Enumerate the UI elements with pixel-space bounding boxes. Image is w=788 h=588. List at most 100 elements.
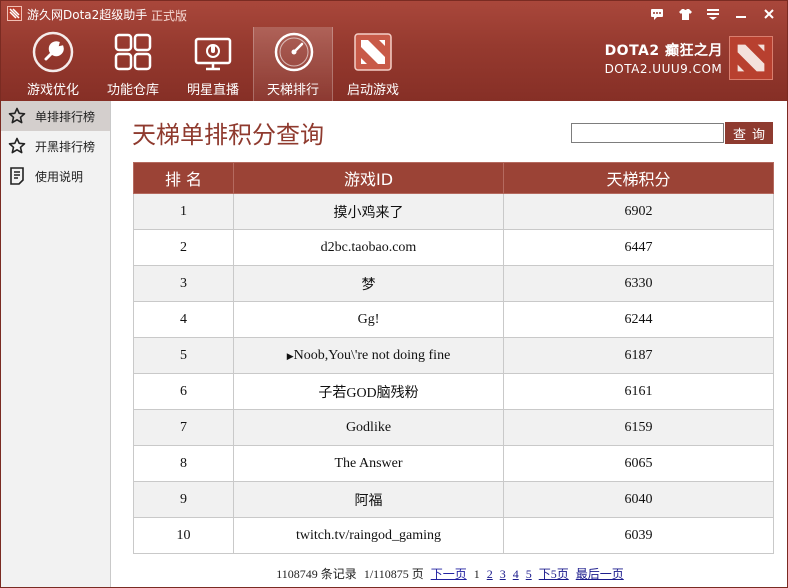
cell-score: 6065 xyxy=(503,445,774,482)
brand-text: DOTA2 癫狂之月 DOTA2.UUU9.COM xyxy=(605,40,723,76)
last-page-link[interactable]: 最后一页 xyxy=(576,567,624,581)
main-toolbar: 游戏优化 功能仓库 明星直播 天梯排行 启动游戏 xyxy=(13,27,413,101)
play-marker-icon: ▶ xyxy=(286,350,294,361)
cell-game-id: Godlike xyxy=(233,409,504,446)
tool-ladder-rank[interactable]: 天梯排行 xyxy=(253,27,333,101)
cell-rank: 8 xyxy=(133,445,234,482)
dota-icon xyxy=(354,33,392,71)
shirt-icon[interactable] xyxy=(675,5,695,23)
minimize-icon[interactable] xyxy=(731,5,751,23)
ranking-table: 排 名 游戏ID 天梯积分 1 摸小鸡来了 6902 2 d2bc.taobao… xyxy=(133,162,774,554)
next-5-pages-link[interactable]: 下5页 xyxy=(539,567,569,581)
cell-rank: 7 xyxy=(133,409,234,446)
cell-game-id: ▶Noob,You\'re not doing fine xyxy=(233,337,504,374)
cell-rank: 4 xyxy=(133,301,234,338)
tool-star-live[interactable]: 明星直播 xyxy=(173,27,253,101)
brand-line2: DOTA2.UUU9.COM xyxy=(604,62,723,76)
table-row: 9 阿福 6040 xyxy=(133,481,774,518)
current-page: 1 xyxy=(473,567,480,581)
cell-rank: 3 xyxy=(133,265,234,302)
cell-score: 6244 xyxy=(503,301,774,338)
search-input[interactable] xyxy=(571,123,724,143)
cell-rank: 6 xyxy=(133,373,234,410)
page-info: 1/110875 页 xyxy=(363,567,424,581)
search-button[interactable]: 查询 xyxy=(725,122,773,144)
cell-game-id: 摸小鸡来了 xyxy=(233,193,504,230)
tool-label: 天梯排行 xyxy=(266,83,319,98)
chat-icon[interactable] xyxy=(647,5,667,23)
cell-game-id: d2bc.taobao.com xyxy=(233,229,504,266)
window-controls xyxy=(647,5,779,23)
sidebar-item-solo-rank[interactable]: 单排排行榜 xyxy=(1,101,110,131)
cell-game-id: Gg! xyxy=(233,301,504,338)
page-link-5[interactable]: 5 xyxy=(526,567,532,581)
header-game-id: 游戏ID xyxy=(233,162,504,194)
table-row: 3 梦 6330 xyxy=(133,265,774,302)
cell-rank: 9 xyxy=(133,481,234,518)
table-row: 10 twitch.tv/raingod_gaming 6039 xyxy=(133,517,774,554)
tool-game-optimize[interactable]: 游戏优化 xyxy=(13,27,93,101)
cell-score: 6161 xyxy=(503,373,774,410)
game-id-text: Noob,You\'re not doing fine xyxy=(293,347,451,363)
brand-banner[interactable]: DOTA2 癫狂之月 DOTA2.UUU9.COM xyxy=(605,35,773,81)
cell-score: 6187 xyxy=(503,337,774,374)
cell-score: 6330 xyxy=(503,265,774,302)
cell-score: 6040 xyxy=(503,481,774,518)
sidebar-item-label: 使用说明 xyxy=(35,169,84,184)
sidebar-item-instructions[interactable]: 使用说明 xyxy=(1,161,110,191)
gauge-icon xyxy=(274,32,314,72)
top-bar: 游久网Dota2超级助手 正式版 游戏优化 功能仓库 明星直播 天梯排行 启动游… xyxy=(1,1,787,101)
cell-game-id: The Answer xyxy=(233,445,504,482)
star-icon xyxy=(7,106,27,126)
table-header-row: 排 名 游戏ID 天梯积分 xyxy=(133,162,774,194)
cell-rank: 1 xyxy=(133,193,234,230)
title-bar: 游久网Dota2超级助手 正式版 xyxy=(1,1,787,27)
sidebar-item-team-rank[interactable]: 开黑排行榜 xyxy=(1,131,110,161)
table-row: 4 Gg! 6244 xyxy=(133,301,774,338)
dota-logo-icon xyxy=(729,36,773,80)
brand-line1: DOTA2 癫狂之月 xyxy=(604,43,723,59)
table-row: 2 d2bc.taobao.com 6447 xyxy=(133,229,774,266)
sidebar-item-label: 单排排行榜 xyxy=(35,109,96,124)
app-edition: 正式版 xyxy=(151,9,188,23)
star-outline-icon xyxy=(7,136,27,156)
table-row: 1 摸小鸡来了 6902 xyxy=(133,193,774,230)
cell-rank: 2 xyxy=(133,229,234,266)
app-window: 游久网Dota2超级助手 正式版 游戏优化 功能仓库 明星直播 天梯排行 启动游… xyxy=(0,0,788,588)
cell-score: 6159 xyxy=(503,409,774,446)
document-icon xyxy=(7,166,27,186)
tool-label: 明星直播 xyxy=(186,83,239,98)
tv-icon xyxy=(194,37,232,71)
sidebar: 单排排行榜 开黑排行榜 使用说明 xyxy=(1,101,111,587)
page-link-4[interactable]: 4 xyxy=(513,567,519,581)
page-link-3[interactable]: 3 xyxy=(500,567,506,581)
header-rank: 排 名 xyxy=(133,162,234,194)
cell-score: 6902 xyxy=(503,193,774,230)
pagination: 1108749 条记录 1/110875 页 下一页 1 2 3 4 5 下5页… xyxy=(112,565,788,582)
grid-icon xyxy=(114,33,152,71)
table-row: 5 ▶Noob,You\'re not doing fine 6187 xyxy=(133,337,774,374)
page-title: 天梯单排积分查询 xyxy=(132,121,324,149)
table-row: 6 子若GOD脑残粉 6161 xyxy=(133,373,774,410)
close-icon[interactable] xyxy=(759,5,779,23)
tool-function-store[interactable]: 功能仓库 xyxy=(93,27,173,101)
cell-game-id: 梦 xyxy=(233,265,504,302)
app-logo-icon xyxy=(7,6,22,21)
menu-icon[interactable] xyxy=(703,5,723,23)
cell-score: 6447 xyxy=(503,229,774,266)
tool-label: 游戏优化 xyxy=(26,83,79,98)
main-content: 天梯单排积分查询 查询 排 名 游戏ID 天梯积分 1 摸小鸡来了 6902 2 xyxy=(112,101,788,587)
header-ladder-score: 天梯积分 xyxy=(503,162,774,194)
cell-game-id: twitch.tv/raingod_gaming xyxy=(233,517,504,554)
cell-score: 6039 xyxy=(503,517,774,554)
cell-rank: 5 xyxy=(133,337,234,374)
cell-game-id: 子若GOD脑残粉 xyxy=(233,373,504,410)
wrench-icon xyxy=(32,31,74,73)
cell-game-id: 阿福 xyxy=(233,481,504,518)
table-row: 8 The Answer 6065 xyxy=(133,445,774,482)
sidebar-item-label: 开黑排行榜 xyxy=(35,139,96,154)
next-page-link[interactable]: 下一页 xyxy=(431,567,467,581)
page-link-2[interactable]: 2 xyxy=(487,567,493,581)
tool-launch-game[interactable]: 启动游戏 xyxy=(333,27,413,101)
table-row: 7 Godlike 6159 xyxy=(133,409,774,446)
